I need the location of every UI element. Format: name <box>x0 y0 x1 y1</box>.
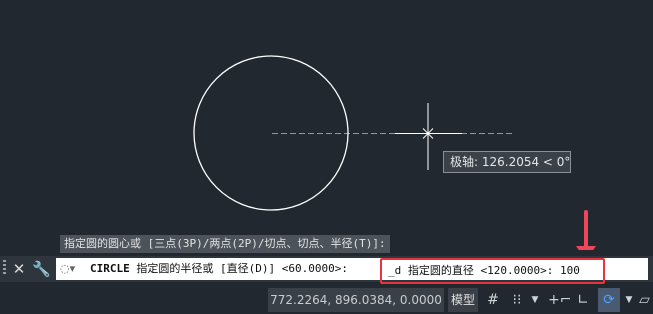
wrench-icon[interactable]: 🔧 <box>32 256 51 282</box>
isometric-icon[interactable]: ▱ <box>636 288 653 312</box>
chevron-down-icon[interactable]: ▼ <box>624 288 634 312</box>
command-history-line: 指定圆的圆心或 [三点(3P)/两点(2P)/切点、切点、半径(T)]: <box>60 235 390 253</box>
typed-command-text: _d 指定圆的直径 <120.0000>: 100 <box>388 264 580 277</box>
grid-icon[interactable]: # <box>482 288 504 312</box>
command-prompt-text: CIRCLE 指定圆的半径或 [直径(D)] <60.0000>: <box>90 258 348 280</box>
snap-icon[interactable]: ⁝⁝ <box>506 288 528 312</box>
chevron-down-icon[interactable]: ▼ <box>530 288 540 312</box>
model-tab[interactable]: 模型 <box>448 288 478 312</box>
close-icon[interactable]: ✕ <box>12 256 26 282</box>
coordinates-readout: 772.2264, 896.0384, 0.0000 <box>268 288 444 312</box>
drag-handle[interactable] <box>3 260 7 278</box>
drawing-canvas[interactable] <box>0 0 653 250</box>
polar-tracking-icon[interactable]: ⟳ <box>598 288 620 312</box>
polar-tooltip: 极轴: 126.2054 < 0° <box>443 151 571 173</box>
status-bar: 772.2264, 896.0384, 0.0000 模型 # ⁝⁝ ▼ +⌐ … <box>0 286 653 314</box>
command-line-bar: ✕ 🔧 ◌▾ CIRCLE 指定圆的半径或 [直径(D)] <60.0000>:… <box>0 256 653 284</box>
command-name: CIRCLE <box>90 262 130 275</box>
command-prompt: 指定圆的半径或 [直径(D)] <60.0000>: <box>136 262 348 275</box>
typed-input-highlight[interactable]: _d 指定圆的直径 <120.0000>: 100 <box>380 258 605 284</box>
recent-commands-icon[interactable]: ◌▾ <box>60 261 82 277</box>
infer-constraints-icon[interactable]: +⌐ <box>548 288 571 312</box>
ortho-icon[interactable]: ∟ <box>572 288 594 312</box>
circle-object[interactable] <box>193 55 349 211</box>
callout-arrow <box>576 210 596 250</box>
